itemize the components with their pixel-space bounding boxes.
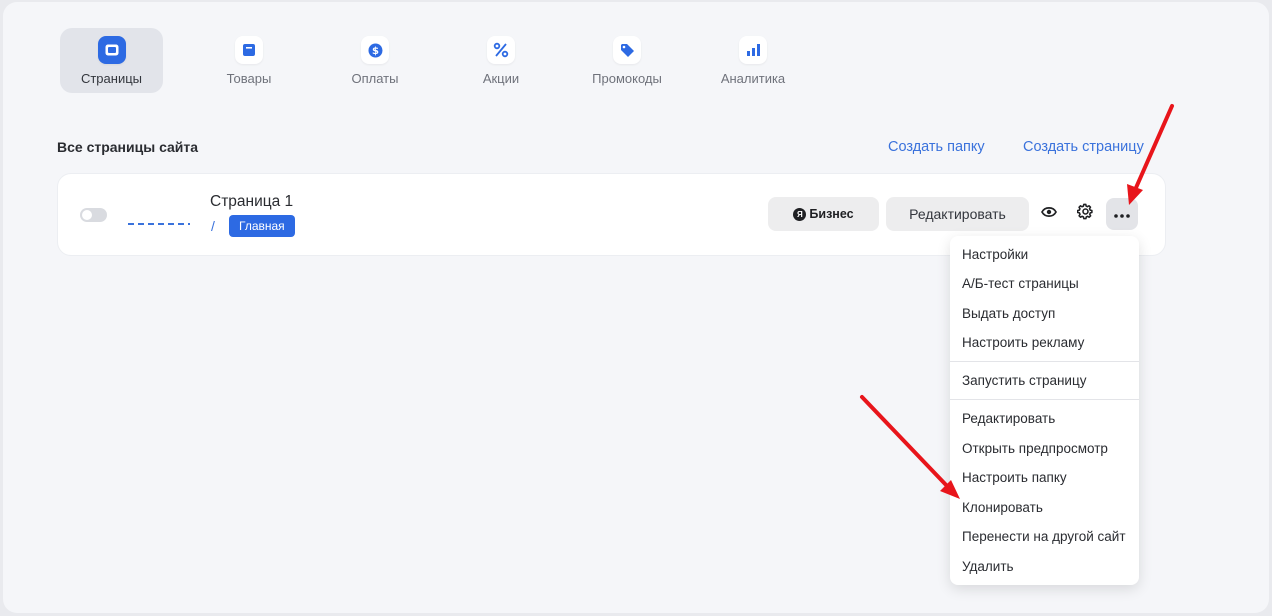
tab-analytics[interactable]: Аналитика: [690, 28, 816, 93]
tab-label: Оплаты: [351, 71, 399, 86]
tab-label: Аналитика: [720, 71, 786, 86]
tab-label: Товары: [226, 71, 272, 86]
tag-icon: [613, 36, 641, 64]
menu-item-delete[interactable]: Удалить: [962, 559, 1014, 574]
pages-icon: [97, 36, 126, 64]
preview-button[interactable]: [1033, 198, 1065, 230]
page-path: /: [211, 218, 215, 234]
more-actions-button[interactable]: [1106, 198, 1138, 230]
create-page-link[interactable]: Создать страницу: [1023, 139, 1144, 155]
svg-text:$: $: [372, 46, 379, 57]
percent-icon: [487, 36, 515, 64]
tab-products[interactable]: Товары: [186, 28, 312, 93]
tab-promocodes[interactable]: Промокоды: [564, 28, 690, 93]
business-button-label: Бизнес: [809, 207, 854, 221]
products-icon: [235, 36, 263, 64]
business-button[interactable]: Я Бизнес: [768, 197, 879, 231]
menu-divider: [950, 399, 1139, 400]
settings-button[interactable]: [1069, 198, 1101, 230]
yandex-logo-icon: Я: [793, 207, 807, 221]
payments-icon: $: [361, 36, 389, 64]
menu-item-move-to-site[interactable]: Перенести на другой сайт: [962, 529, 1126, 544]
page-actions-menu: Настройки А/Б-тест страницы Выдать досту…: [950, 236, 1139, 585]
menu-item-open-preview[interactable]: Открыть предпросмотр: [962, 441, 1108, 456]
more-dots-icon: [1114, 205, 1130, 223]
menu-item-settings[interactable]: Настройки: [962, 247, 1028, 262]
section-title: Все страницы сайта: [57, 139, 199, 155]
tab-label: Промокоды: [592, 71, 662, 86]
tab-pages[interactable]: Страницы: [60, 28, 163, 93]
edit-button[interactable]: Редактировать: [886, 197, 1029, 231]
menu-item-clone[interactable]: Клонировать: [962, 500, 1043, 515]
page-name[interactable]: Страница 1: [210, 193, 293, 211]
main-page-badge: Главная: [229, 215, 295, 237]
tab-promotions[interactable]: Акции: [438, 28, 564, 93]
gear-icon: [1076, 203, 1094, 225]
create-folder-link[interactable]: Создать папку: [888, 139, 985, 155]
menu-item-launch-page[interactable]: Запустить страницу: [962, 373, 1086, 388]
menu-divider: [950, 361, 1139, 362]
menu-item-edit[interactable]: Редактировать: [962, 411, 1055, 426]
top-tabs: Страницы Товары $ Оплаты Акции Промокоды: [60, 28, 816, 93]
menu-item-ab-test[interactable]: А/Б-тест страницы: [962, 276, 1079, 291]
page-thumbnail-placeholder: [128, 223, 190, 225]
menu-item-grant-access[interactable]: Выдать доступ: [962, 306, 1055, 321]
tab-label: Акции: [482, 71, 520, 86]
tab-payments[interactable]: $ Оплаты: [312, 28, 438, 93]
eye-icon: [1041, 205, 1057, 223]
publish-toggle[interactable]: [80, 208, 107, 222]
tab-label: Страницы: [80, 71, 143, 86]
menu-item-setup-ads[interactable]: Настроить рекламу: [962, 335, 1084, 350]
menu-item-setup-folder[interactable]: Настроить папку: [962, 470, 1067, 485]
analytics-icon: [739, 36, 767, 64]
